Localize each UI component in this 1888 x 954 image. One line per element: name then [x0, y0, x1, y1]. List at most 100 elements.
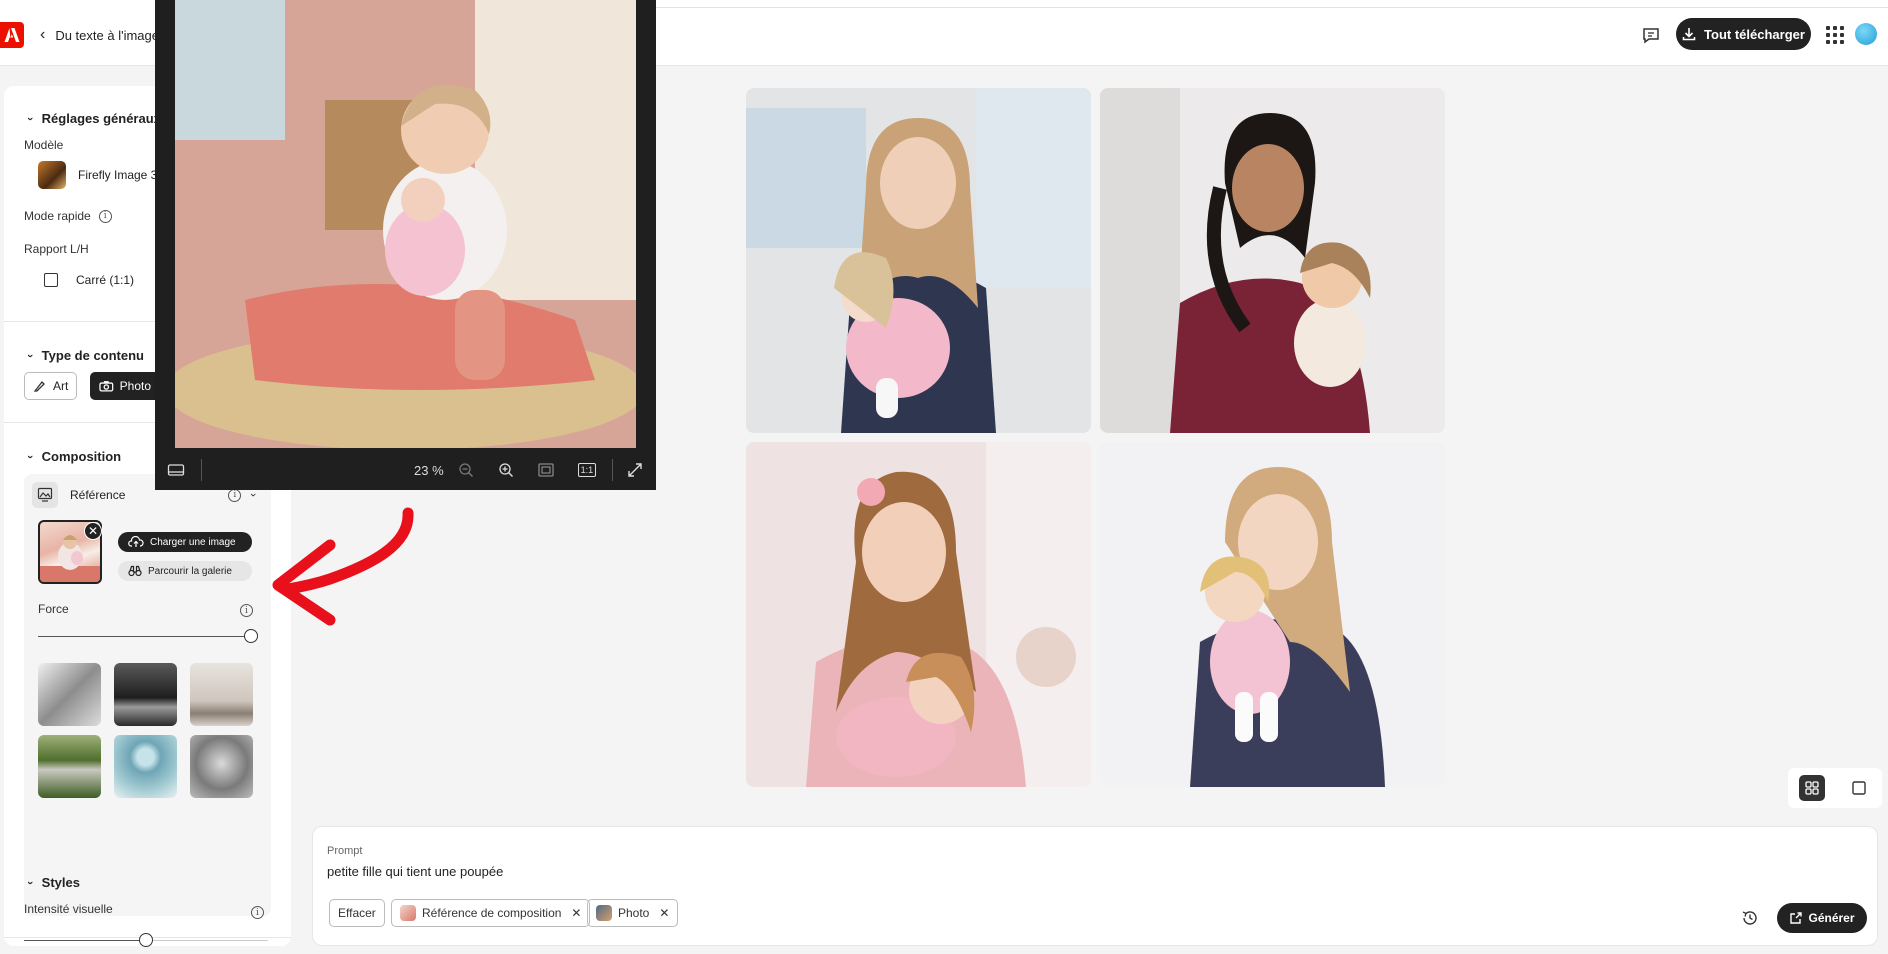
visual-intensity-label: Intensité visuelle: [24, 902, 113, 916]
composition-thumbnail-icon: [400, 905, 416, 921]
cloud-upload-icon: [128, 536, 144, 547]
history-icon[interactable]: [1741, 909, 1759, 927]
generated-image-2[interactable]: [1100, 88, 1445, 433]
view-toggle: [1788, 768, 1882, 808]
camera-icon: [99, 381, 114, 392]
zoom-in-icon[interactable]: [498, 462, 514, 478]
prompt-bar: Prompt petite fille qui tient une poupée…: [312, 826, 1878, 946]
remove-tag-icon[interactable]: ✕: [571, 906, 581, 920]
reference-preview-window: 23 % 1:1: [155, 0, 656, 490]
art-label: Art: [53, 379, 69, 393]
composition-preset-owl[interactable]: [190, 735, 253, 798]
chevron-down-icon[interactable]: ›: [247, 493, 259, 497]
force-slider-track[interactable]: [38, 636, 248, 637]
zoom-level: 23 %: [414, 462, 444, 478]
general-settings-header[interactable]: › Réglages généraux: [24, 111, 161, 126]
fast-mode-label: Mode rapide: [24, 209, 91, 223]
fast-mode-row: Mode rapide i: [24, 209, 112, 223]
preview-toolbar: 23 % 1:1: [155, 450, 656, 490]
tag-composition-label: Référence de composition: [422, 906, 562, 920]
brush-icon: [33, 381, 45, 392]
single-view-button[interactable]: [1846, 775, 1872, 801]
back-label: Du texte à l'image: [55, 27, 159, 43]
download-all-button[interactable]: Tout télécharger: [1676, 18, 1811, 50]
ratio-value: Carré (1:1): [76, 273, 135, 287]
back-link[interactable]: ‹ Du texte à l'image: [40, 26, 159, 44]
info-icon[interactable]: i: [228, 488, 242, 502]
tag-composition-reference[interactable]: Référence de composition ✕: [391, 899, 591, 927]
photo-thumbnail-icon: [596, 905, 612, 921]
chevron-down-icon: ›: [23, 353, 36, 358]
feedback-icon[interactable]: [1640, 24, 1662, 46]
composition-preset-sphere[interactable]: [114, 735, 177, 798]
avatar[interactable]: [1855, 23, 1877, 45]
clear-button[interactable]: Effacer: [329, 899, 385, 927]
divider: [201, 459, 202, 481]
content-type-art-button[interactable]: Art: [24, 372, 78, 400]
visual-intensity-slider-knob[interactable]: [139, 933, 153, 947]
model-thumbnail: [38, 161, 66, 189]
actual-size-button[interactable]: 1:1: [577, 463, 597, 477]
content-type-photo-button[interactable]: Photo: [90, 372, 160, 400]
fit-screen-icon[interactable]: [537, 463, 554, 477]
annotation-arrow: [272, 507, 414, 626]
content-type-title: Type de contenu: [41, 348, 144, 363]
grid-view-button[interactable]: [1798, 775, 1825, 801]
browse-gallery-button[interactable]: Parcourir la galerie: [118, 561, 252, 581]
info-icon[interactable]: i: [240, 604, 253, 617]
generate-button[interactable]: Générer: [1777, 903, 1867, 933]
square-icon: [1851, 781, 1866, 795]
upload-image-label: Charger une image: [150, 536, 236, 548]
clear-label: Effacer: [338, 906, 376, 920]
expand-icon[interactable]: [627, 462, 643, 478]
reference-label: Référence: [70, 488, 126, 502]
force-slider-knob[interactable]: [244, 629, 258, 643]
adobe-logo[interactable]: [0, 22, 24, 48]
composition-preset-sketch[interactable]: [38, 663, 101, 726]
divider: [612, 459, 614, 481]
zoom-out-icon[interactable]: [458, 462, 474, 478]
composition-header[interactable]: › Composition: [24, 449, 122, 464]
prompt-input[interactable]: petite fille qui tient une poupée: [327, 864, 503, 879]
grid-icon: [1804, 781, 1819, 795]
generate-icon: [1790, 911, 1803, 924]
apps-grid-icon[interactable]: [1826, 26, 1844, 44]
generated-image-4[interactable]: [1100, 442, 1445, 787]
filmstrip-icon[interactable]: [167, 463, 185, 477]
styles-title: Styles: [41, 875, 80, 890]
remove-tag-icon[interactable]: ✕: [659, 906, 669, 920]
browse-gallery-label: Parcourir la galerie: [148, 565, 232, 577]
composition-preset-interior[interactable]: [190, 663, 253, 726]
generated-image-3[interactable]: [746, 442, 1091, 787]
model-label: Modèle: [24, 138, 64, 152]
ratio-selector[interactable]: Carré (1:1): [44, 273, 134, 287]
download-all-label: Tout télécharger: [1704, 26, 1805, 42]
reference-image-icon: [32, 482, 58, 508]
composition-preset-landscape[interactable]: [114, 663, 177, 726]
upload-image-button[interactable]: Charger une image: [118, 532, 252, 552]
generate-label: Générer: [1808, 911, 1855, 925]
tag-photo[interactable]: Photo ✕: [587, 899, 679, 927]
chevron-left-icon: ‹: [40, 26, 46, 43]
remove-reference-icon[interactable]: ✕: [84, 522, 102, 540]
model-value: Firefly Image 3: [78, 168, 158, 182]
photo-label: Photo: [119, 379, 151, 393]
ratio-label: Rapport L/H: [24, 242, 89, 256]
prompt-label: Prompt: [327, 845, 363, 857]
content-type-header[interactable]: › Type de contenu: [24, 348, 144, 363]
visual-intensity-slider-fill: [24, 940, 146, 941]
chevron-down-icon: ›: [23, 116, 36, 121]
info-icon[interactable]: i: [98, 209, 112, 223]
general-settings-title: Réglages généraux: [41, 111, 161, 126]
info-icon[interactable]: i: [251, 906, 264, 919]
styles-header[interactable]: › Styles: [24, 875, 80, 890]
composition-title: Composition: [41, 449, 122, 464]
composition-reference-box: Référence i › ✕ Charger une image Parcou…: [24, 474, 271, 916]
reference-preview-image: [175, 0, 636, 448]
divider: [655, 7, 1888, 8]
chevron-down-icon: ›: [23, 880, 36, 885]
model-selector[interactable]: Firefly Image 3: [38, 161, 157, 189]
square-ratio-icon: [44, 273, 58, 287]
generated-image-1[interactable]: [746, 88, 1091, 433]
composition-preset-road[interactable]: [38, 735, 101, 798]
